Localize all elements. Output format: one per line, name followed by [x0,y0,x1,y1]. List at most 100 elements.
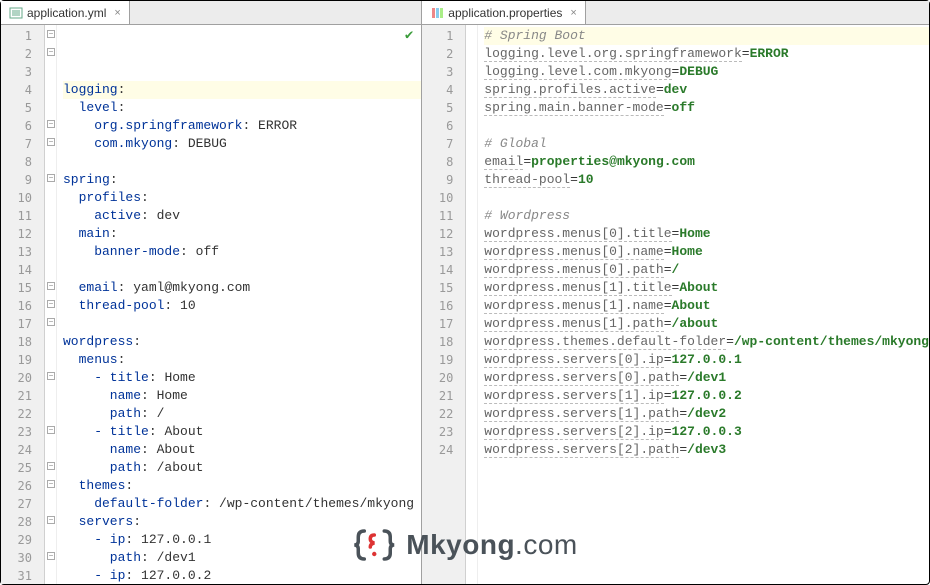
code-line[interactable]: servers: [63,513,421,531]
code-line[interactable]: thread-pool: 10 [63,297,421,315]
code-line[interactable]: email=properties@mkyong.com [484,153,929,171]
code-line[interactable]: logging.level.com.mkyong=DEBUG [484,63,929,81]
code-line[interactable]: wordpress.menus[1].title=About [484,279,929,297]
code-line[interactable]: # Wordpress [484,207,929,225]
close-icon[interactable]: × [570,7,576,19]
code-line[interactable]: email: yaml@mkyong.com [63,279,421,297]
code-line[interactable]: wordpress.menus[0].path=/ [484,261,929,279]
code-line[interactable]: wordpress.themes.default-folder=/wp-cont… [484,333,929,351]
code-line[interactable]: default-folder: /wp-content/themes/mkyon… [63,495,421,513]
code-line[interactable]: spring.profiles.active=dev [484,81,929,99]
line-number: 7 [422,135,453,153]
code-line[interactable]: logging.level.org.springframework=ERROR [484,45,929,63]
line-number: 20 [1,369,32,387]
code-line[interactable]: wordpress.menus[0].title=Home [484,225,929,243]
line-number: 1 [422,27,453,45]
line-number: 2 [1,45,32,63]
tab-label: application.yml [27,6,106,20]
code-line[interactable]: org.springframework: ERROR [63,117,421,135]
code-line[interactable]: wordpress.menus[1].path=/about [484,315,929,333]
code-line[interactable]: spring: [63,171,421,189]
line-number: 12 [1,225,32,243]
line-number: 18 [1,333,32,351]
line-number: 21 [1,387,32,405]
fold-toggle-icon[interactable]: − [47,516,55,524]
line-number: 21 [422,387,453,405]
fold-toggle-icon[interactable]: − [47,426,55,434]
fold-toggle-icon[interactable]: − [47,552,55,560]
fold-toggle-icon[interactable]: − [47,318,55,326]
code-line[interactable]: thread-pool=10 [484,171,929,189]
line-number: 10 [422,189,453,207]
fold-toggle-icon[interactable]: − [47,300,55,308]
code-line[interactable]: path: /about [63,459,421,477]
code-line[interactable]: banner-mode: off [63,243,421,261]
code-line[interactable]: - ip: 127.0.0.1 [63,531,421,549]
line-number: 27 [1,495,32,513]
code-line[interactable] [63,261,421,279]
line-number: 5 [422,99,453,117]
line-number: 13 [422,243,453,261]
code-area[interactable]: ✔ logging: level: org.springframework: E… [57,25,421,584]
code-line[interactable] [484,189,929,207]
fold-strip[interactable]: − − − − − − − − − − − − − − [45,25,57,584]
fold-toggle-icon[interactable]: − [47,372,55,380]
code-line[interactable] [484,117,929,135]
line-number: 25 [1,459,32,477]
code-line[interactable]: com.mkyong: DEBUG [63,135,421,153]
code-line[interactable]: - title: About [63,423,421,441]
line-number: 7 [1,135,32,153]
code-line[interactable]: active: dev [63,207,421,225]
code-line[interactable]: - ip: 127.0.0.2 [63,567,421,584]
fold-toggle-icon[interactable]: − [47,30,55,38]
code-line[interactable] [63,153,421,171]
tab-application-properties[interactable]: application.properties × [422,1,586,24]
code-line[interactable]: menus: [63,351,421,369]
code-line[interactable]: themes: [63,477,421,495]
tab-application-yml[interactable]: application.yml × [1,1,130,24]
code-line[interactable] [63,315,421,333]
code-line[interactable]: wordpress.servers[1].path=/dev2 [484,405,929,423]
code-line[interactable]: main: [63,225,421,243]
fold-toggle-icon[interactable]: − [47,462,55,470]
code-line[interactable]: profiles: [63,189,421,207]
code-line[interactable]: spring.main.banner-mode=off [484,99,929,117]
line-number: 11 [1,207,32,225]
fold-toggle-icon[interactable]: − [47,138,55,146]
fold-toggle-icon[interactable]: − [47,120,55,128]
line-number: 31 [1,567,32,584]
yaml-editor[interactable]: 1234567891011121314151617181920212223242… [1,25,421,584]
code-line[interactable]: wordpress.servers[0].ip=127.0.0.1 [484,351,929,369]
close-icon[interactable]: × [114,7,120,19]
line-number: 15 [422,279,453,297]
code-line[interactable]: # Spring Boot [484,27,929,45]
code-line[interactable]: level: [63,99,421,117]
code-line[interactable]: - title: Home [63,369,421,387]
fold-toggle-icon[interactable]: − [47,48,55,56]
code-line[interactable]: wordpress.menus[0].name=Home [484,243,929,261]
right-editor-pane: application.properties × 123456789101112… [422,1,929,584]
fold-strip[interactable] [466,25,478,584]
fold-toggle-icon[interactable]: − [47,174,55,182]
line-number: 23 [422,423,453,441]
line-number: 14 [422,261,453,279]
code-line[interactable]: wordpress.menus[1].name=About [484,297,929,315]
code-line[interactable]: wordpress.servers[2].ip=127.0.0.3 [484,423,929,441]
code-line[interactable]: name: About [63,441,421,459]
code-line[interactable]: name: Home [63,387,421,405]
checkmark-icon: ✔ [405,27,413,45]
code-line[interactable]: wordpress.servers[0].path=/dev1 [484,369,929,387]
code-line[interactable]: path: / [63,405,421,423]
code-line[interactable]: wordpress.servers[1].ip=127.0.0.2 [484,387,929,405]
line-gutter: 123456789101112131415161718192021222324 [422,25,466,584]
fold-toggle-icon[interactable]: − [47,282,55,290]
code-line[interactable]: # Global [484,135,929,153]
code-line[interactable]: wordpress.servers[2].path=/dev3 [484,441,929,459]
code-area[interactable]: # Spring Bootlogging.level.org.springfra… [478,25,929,584]
properties-editor[interactable]: 123456789101112131415161718192021222324 … [422,25,929,584]
code-line[interactable]: path: /dev1 [63,549,421,567]
line-number: 19 [422,351,453,369]
fold-toggle-icon[interactable]: − [47,480,55,488]
code-line[interactable]: logging: [63,81,421,99]
code-line[interactable]: wordpress: [63,333,421,351]
